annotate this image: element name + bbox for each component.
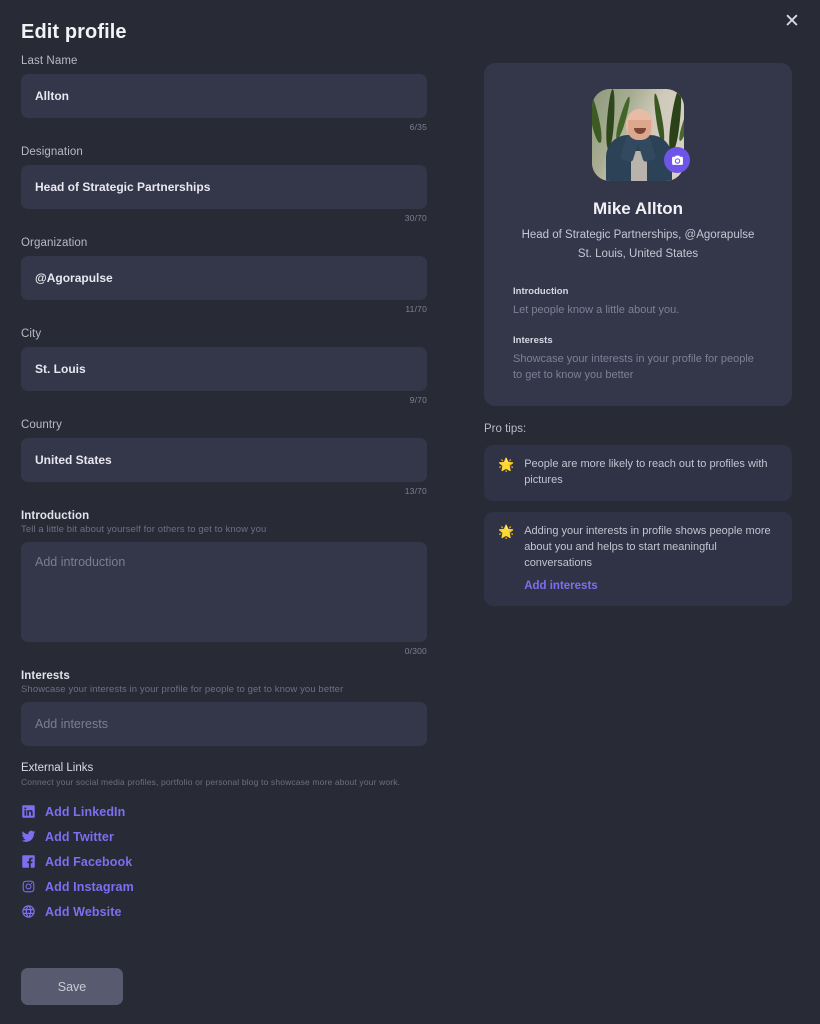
page-title: Edit profile [21, 21, 127, 43]
preview-name: Mike Allton [592, 199, 684, 218]
field-city: City St. Louis [21, 328, 427, 391]
field-label: Country [21, 419, 62, 431]
preview-section-text: Let people know a little about you. [513, 304, 680, 316]
pro-tip-text: Adding your interests in profile shows p… [524, 524, 771, 569]
profile-form: Last Name Allton 6/35 Designation Head o… [0, 55, 455, 950]
char-counter: 13/70 [404, 486, 427, 496]
form-scrollbar-track[interactable] [445, 150, 450, 950]
field-label: Interests [21, 670, 70, 682]
external-links-hint: Connect your social media profiles, port… [21, 777, 401, 787]
edit-profile-modal: ✕ Edit profile Last Name Allton 6/35 Des… [0, 0, 820, 1024]
field-country: Country United States [21, 419, 427, 482]
preview-section-introduction: Introduction Let people know a little ab… [513, 286, 763, 319]
field-label: Introduction [21, 510, 90, 522]
save-button[interactable]: Save [21, 968, 123, 1005]
field-organization: Organization @Agorapulse [21, 237, 427, 300]
pro-tip-card: 🌟 People are more likely to reach out to… [484, 444, 792, 501]
country-input[interactable]: United States [21, 438, 427, 482]
char-counter: 6/35 [409, 122, 427, 132]
char-counter: 11/70 [405, 304, 427, 314]
link-label: Add LinkedIn [45, 804, 126, 819]
star-icon: 🌟 [498, 523, 515, 539]
preview-location: St. Louis, United States [577, 248, 699, 260]
introduction-textarea[interactable]: Add introduction [21, 542, 427, 642]
profile-preview-card: Mike Allton Head of Strategic Partnershi… [484, 63, 792, 406]
linkedin-icon [21, 804, 36, 819]
profile-preview-panel: Mike Allton Head of Strategic Partnershi… [484, 63, 792, 617]
char-counter: 9/70 [409, 395, 427, 405]
close-icon[interactable]: ✕ [778, 7, 806, 35]
add-linkedin-link[interactable]: Add LinkedIn [21, 799, 427, 824]
char-counter: 30/70 [404, 213, 427, 223]
preview-section-heading: Interests [513, 334, 553, 346]
city-input[interactable]: St. Louis [21, 347, 427, 391]
pro-tip-card: 🌟 Adding your interests in profile shows… [484, 511, 792, 606]
interests-input[interactable]: Add interests [21, 702, 427, 746]
instagram-icon [21, 879, 36, 894]
preview-section-interests: Interests Showcase your interests in you… [513, 335, 763, 384]
field-designation: Designation Head of Strategic Partnershi… [21, 146, 427, 209]
pro-tip-text: People are more likely to reach out to p… [524, 457, 768, 486]
external-links-title: External Links [21, 762, 94, 774]
last-name-input[interactable]: Allton [21, 74, 427, 118]
website-icon [21, 904, 36, 919]
field-introduction: Introduction Tell a little bit about you… [21, 510, 427, 642]
field-label: City [21, 328, 42, 340]
link-label: Add Instagram [45, 879, 134, 894]
field-last-name: Last Name Allton [21, 55, 427, 118]
add-twitter-link[interactable]: Add Twitter [21, 824, 427, 849]
link-label: Add Twitter [45, 829, 114, 844]
twitter-icon [21, 829, 36, 844]
add-interests-link[interactable]: Add interests [524, 580, 598, 592]
field-label: Designation [21, 146, 83, 158]
facebook-icon [21, 854, 36, 869]
star-icon: 🌟 [498, 456, 515, 472]
field-label: Organization [21, 237, 88, 249]
link-label: Add Facebook [45, 854, 133, 869]
pro-tips-title: Pro tips: [484, 422, 527, 435]
preview-section-heading: Introduction [513, 286, 569, 297]
external-links-section: External Links Connect your social media… [21, 762, 427, 924]
organization-input[interactable]: @Agorapulse [21, 256, 427, 300]
add-facebook-link[interactable]: Add Facebook [21, 849, 427, 874]
link-label: Add Website [45, 904, 122, 919]
char-counter: 0/300 [404, 646, 427, 656]
add-instagram-link[interactable]: Add Instagram [21, 874, 427, 899]
field-interests: Interests Showcase your interests in you… [21, 670, 427, 746]
field-label: Last Name [21, 55, 78, 67]
preview-section-text: Showcase your interests in your profile … [513, 352, 754, 381]
field-hint: Tell a little bit about yourself for oth… [21, 524, 267, 535]
designation-input[interactable]: Head of Strategic Partnerships [21, 165, 427, 209]
field-hint: Showcase your interests in your profile … [21, 684, 344, 695]
preview-role: Head of Strategic Partnerships, @Agorapu… [521, 229, 755, 241]
add-website-link[interactable]: Add Website [21, 899, 427, 924]
preview-sections: Introduction Let people know a little ab… [484, 286, 792, 384]
camera-icon[interactable] [664, 147, 690, 173]
avatar-wrapper [592, 89, 690, 181]
